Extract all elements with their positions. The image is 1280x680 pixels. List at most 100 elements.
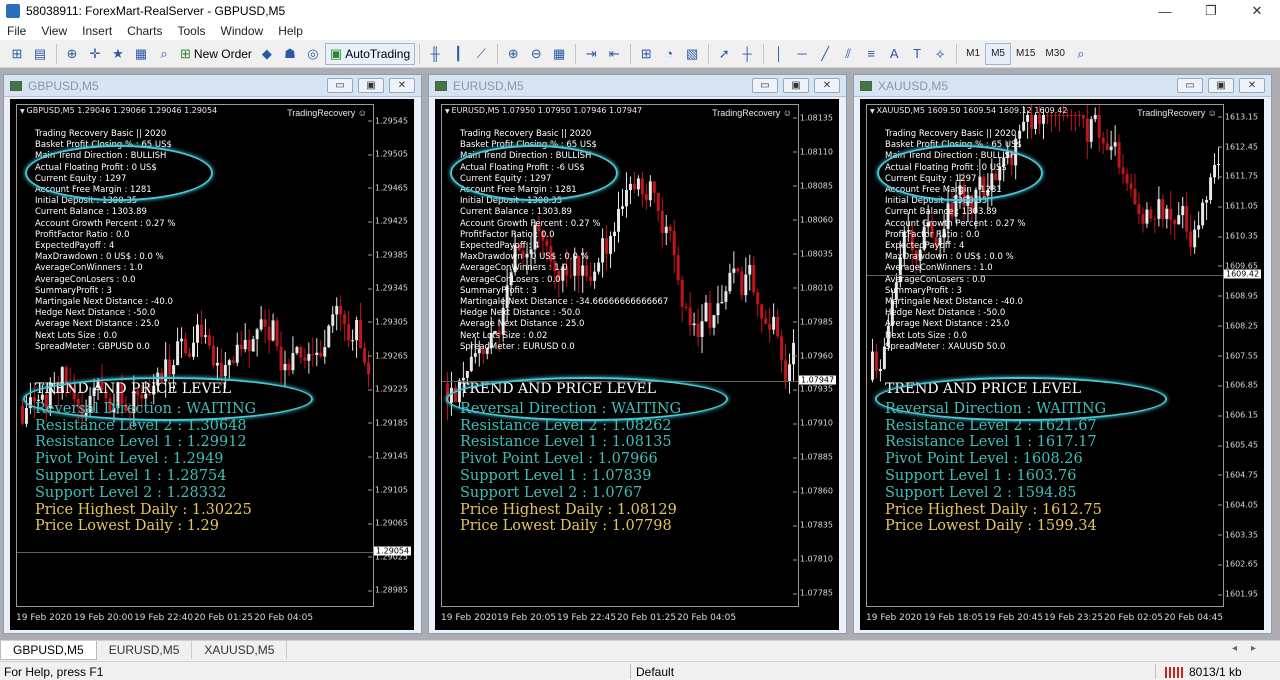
- zoom-in-icon[interactable]: ⊕: [502, 43, 524, 65]
- market-watch-icon[interactable]: ⊕: [61, 43, 83, 65]
- menu-charts[interactable]: Charts: [120, 24, 170, 38]
- info-line: Next Lots Size : 0.0: [885, 330, 967, 341]
- line-chart-icon[interactable]: ⟋: [470, 43, 492, 65]
- candle-body: [267, 326, 271, 341]
- chart-window-gbpusd: GBPUSD,M5 ▭ ▣ ✕ GBPUSD,M5 1.29046 1.29066 …: [3, 74, 422, 634]
- chart-close-button[interactable]: ✕: [1239, 78, 1265, 93]
- channel-icon[interactable]: ⫽: [837, 43, 859, 65]
- candle-body: [1038, 114, 1042, 124]
- favorites-icon[interactable]: ★: [107, 43, 129, 65]
- candle-body: [1057, 114, 1061, 116]
- profiles-icon[interactable]: ▤: [29, 43, 51, 65]
- timeframe-m1[interactable]: M1: [961, 43, 985, 65]
- candle-body: [1181, 206, 1185, 216]
- candle-body: [195, 324, 199, 343]
- candle-body: [668, 226, 672, 231]
- tab-scroll-arrows[interactable]: ◂▸: [1232, 643, 1270, 654]
- chart-shift-icon[interactable]: ⇤: [603, 43, 625, 65]
- time-label: 19 Feb 22:45: [557, 613, 617, 623]
- label-icon[interactable]: T: [906, 43, 928, 65]
- autoscroll-icon[interactable]: ⇥: [580, 43, 602, 65]
- price-tick: 1613.15: [1217, 112, 1258, 122]
- autotrading-button[interactable]: ▣ AutoTrading: [324, 42, 416, 65]
- candlestick-icon[interactable]: ┃: [447, 43, 469, 65]
- signals-icon[interactable]: ☗: [279, 43, 301, 65]
- chart-maximize-button[interactable]: ▣: [358, 78, 384, 93]
- chart-maximize-button[interactable]: ▣: [783, 78, 809, 93]
- search-icon[interactable]: ⌕: [1070, 43, 1092, 65]
- candle-body: [343, 314, 347, 325]
- candle-body: [1161, 199, 1165, 219]
- chart-minimize-button[interactable]: ▭: [1177, 78, 1203, 93]
- candle-body: [768, 323, 772, 330]
- candle-body: [1045, 114, 1049, 116]
- chart-minimize-button[interactable]: ▭: [327, 78, 353, 93]
- price-tick: 1612.45: [1217, 142, 1258, 152]
- timeframe-m5[interactable]: M5: [985, 42, 1011, 65]
- candle-body: [1157, 199, 1161, 219]
- candle-body: [461, 377, 465, 381]
- app-icon: [6, 4, 20, 18]
- menu-view[interactable]: View: [34, 24, 75, 38]
- tab-eurusd[interactable]: EURUSD,M5: [97, 641, 193, 659]
- info-line: MaxDrawdown : 0 US$ : 0.0 %: [460, 252, 589, 263]
- time-label: 20 Feb 01:25: [194, 613, 254, 623]
- periods-icon[interactable]: ◔: [658, 43, 680, 65]
- candle-body: [359, 320, 363, 348]
- metaeditor-icon[interactable]: ◆: [256, 43, 278, 65]
- navigator-icon[interactable]: ✛: [84, 43, 106, 65]
- candle-body: [1213, 164, 1217, 178]
- tab-gbpusd[interactable]: GBPUSD,M5: [0, 641, 97, 660]
- text-icon[interactable]: A: [883, 43, 905, 65]
- fibonacci-icon[interactable]: ≡: [860, 43, 882, 65]
- plot-area: XAUUSD,M5 1609.50 1609.54 1609.12 1609.4…: [866, 104, 1224, 607]
- menu-file[interactable]: File: [0, 24, 34, 38]
- candle-body: [1149, 209, 1153, 219]
- market-icon[interactable]: ◎: [302, 43, 324, 65]
- horizontal-line-icon[interactable]: ─: [791, 43, 813, 65]
- shapes-icon[interactable]: ⟡: [929, 43, 951, 65]
- current-price-label: 1.07947: [799, 375, 837, 385]
- menu-insert[interactable]: Insert: [75, 24, 120, 38]
- price-tick: 1.29185: [367, 418, 408, 428]
- menu-tools[interactable]: Tools: [171, 24, 214, 38]
- price-chart[interactable]: GBPUSD,M5 1.29046 1.29066 1.29046 1.2905…: [10, 99, 414, 630]
- restore-button[interactable]: ❐: [1188, 0, 1234, 22]
- candle-body: [748, 264, 752, 275]
- level-line: Pivot Point Level : 1.07966: [460, 451, 658, 468]
- price-chart[interactable]: XAUUSD,M5 1609.50 1609.54 1609.12 1609.4…: [860, 99, 1264, 630]
- tester-icon[interactable]: ⌕: [153, 43, 175, 65]
- menu-help[interactable]: Help: [271, 24, 311, 38]
- zoom-out-icon[interactable]: ⊖: [525, 43, 547, 65]
- tile-windows-icon[interactable]: ▦: [548, 43, 570, 65]
- close-button[interactable]: ✕: [1234, 0, 1280, 22]
- bar-chart-icon[interactable]: ╫: [424, 43, 446, 65]
- chart-minimize-button[interactable]: ▭: [752, 78, 778, 93]
- terminal-icon[interactable]: ▦: [130, 43, 152, 65]
- timeframe-m15[interactable]: M15: [1011, 43, 1040, 65]
- tab-xauusd[interactable]: XAUUSD,M5: [192, 641, 288, 659]
- info-line: Trading Recovery Basic || 2020: [35, 129, 167, 139]
- minimize-button[interactable]: —: [1142, 0, 1188, 22]
- candle-body: [239, 344, 243, 350]
- candle-body: [784, 360, 788, 382]
- info-line: ProfitFactor Ratio : 0.0: [460, 229, 555, 240]
- cursor-icon[interactable]: ➚: [713, 43, 735, 65]
- chart-close-button[interactable]: ✕: [389, 78, 415, 93]
- title-bar: 58038911: ForexMart-RealServer - GBPUSD,…: [0, 0, 1280, 22]
- timeframe-m30[interactable]: M30: [1040, 43, 1069, 65]
- menu-window[interactable]: Window: [214, 24, 272, 38]
- new-chart-icon[interactable]: ⊞: [6, 43, 28, 65]
- chart-close-button[interactable]: ✕: [814, 78, 840, 93]
- new-order-button[interactable]: ⊞ New Order: [176, 43, 256, 65]
- crosshair-icon[interactable]: ┼: [736, 43, 758, 65]
- candle-body: [764, 318, 768, 324]
- vertical-line-icon[interactable]: │: [768, 43, 790, 65]
- price-chart[interactable]: EURUSD,M5 1.07950 1.07950 1.07946 1.0794…: [435, 99, 839, 630]
- templates-icon[interactable]: ▧: [681, 43, 703, 65]
- chart-maximize-button[interactable]: ▣: [1208, 78, 1234, 93]
- indicators-icon[interactable]: ⊞: [635, 43, 657, 65]
- candle-body: [1113, 142, 1117, 147]
- price-tick: 1601.95: [1217, 589, 1258, 599]
- trendline-icon[interactable]: ╱: [814, 43, 836, 65]
